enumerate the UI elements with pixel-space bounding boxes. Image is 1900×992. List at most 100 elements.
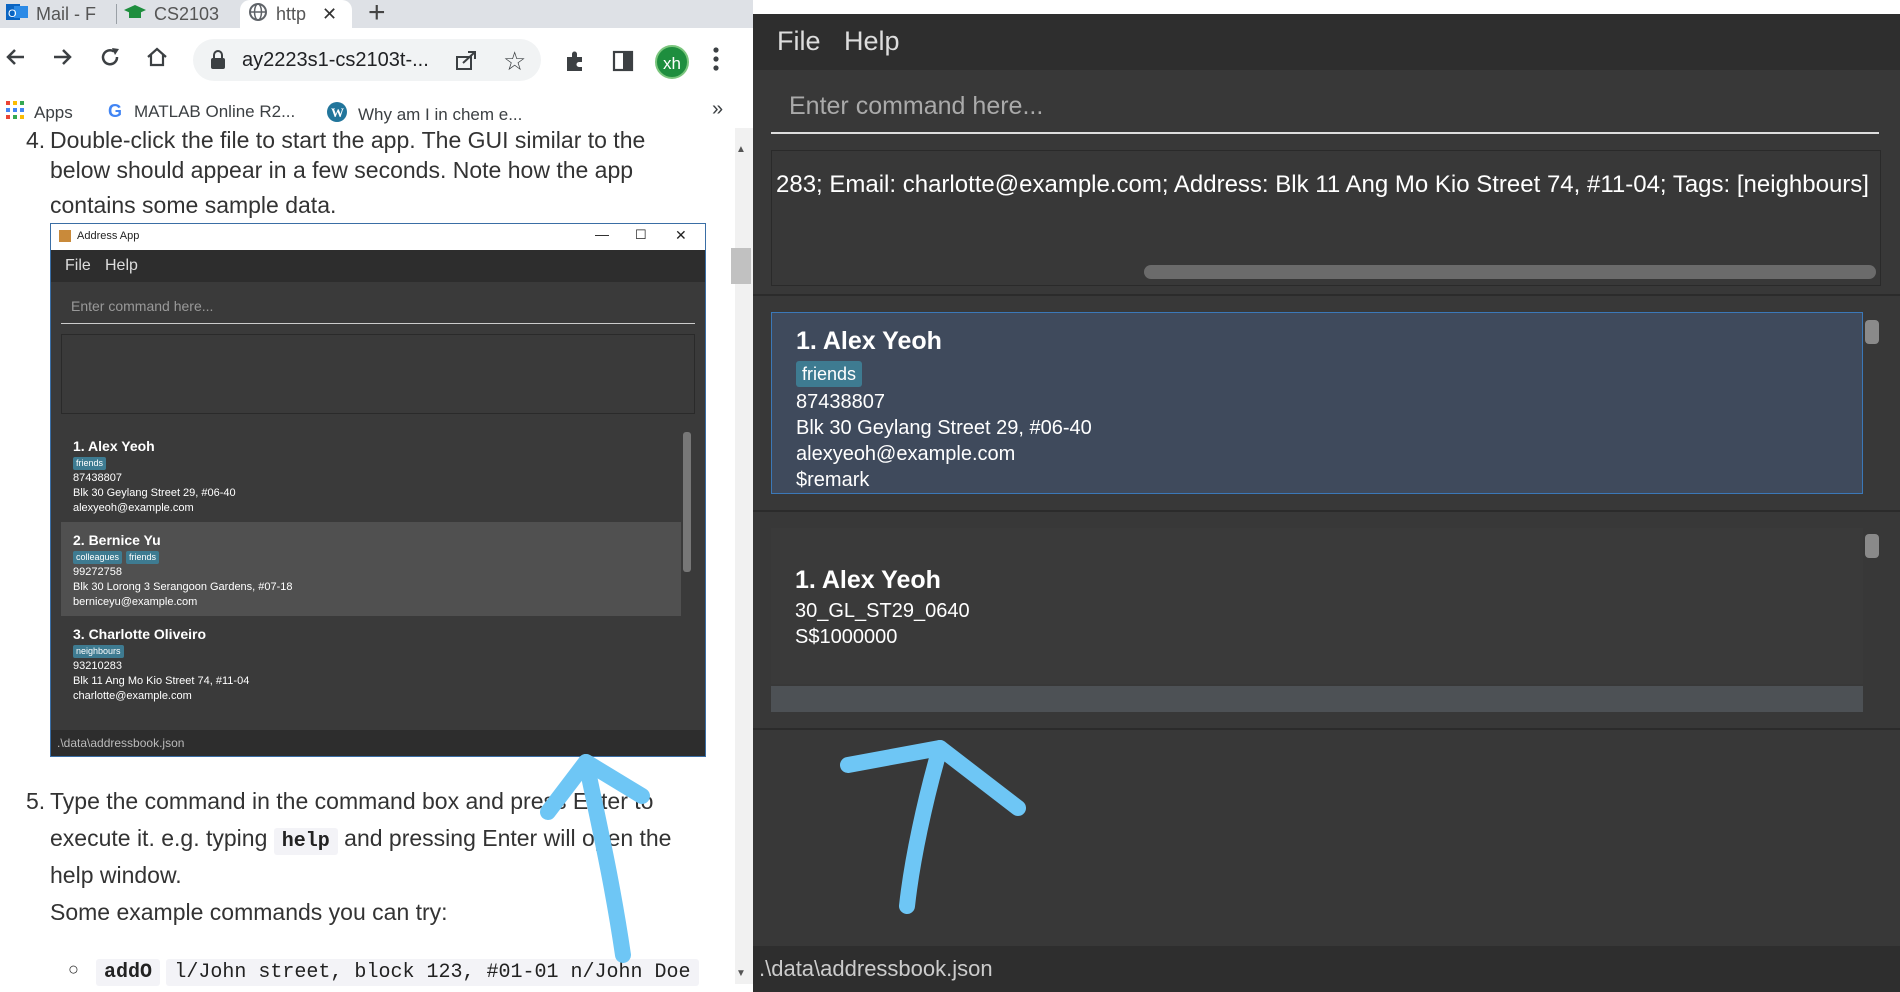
bookmark-label: Apps bbox=[34, 102, 73, 122]
person-email: berniceyu@example.com bbox=[73, 596, 198, 608]
page-scroll-thumb[interactable] bbox=[731, 248, 751, 284]
google-icon: G bbox=[108, 101, 123, 121]
svg-text:W: W bbox=[331, 105, 344, 120]
screenshot-person-card: 3. Charlotte Oliveiro neighbours 9321028… bbox=[61, 616, 681, 710]
screenshot-scroll-thumb bbox=[683, 432, 691, 572]
home-icon[interactable] bbox=[145, 45, 169, 75]
status-bar: .\data\addressbook.json bbox=[753, 946, 1900, 992]
screenshot-result-box bbox=[61, 334, 695, 414]
app-screenshot-image: Address App — ☐ ✕ File Help Enter comman… bbox=[50, 223, 706, 757]
property-price: S$1000000 bbox=[795, 626, 898, 648]
tab-separator bbox=[116, 4, 117, 24]
property-card[interactable]: 1. Alex Yeoh 30_GL_ST29_0640 S$1000000 bbox=[771, 528, 1863, 684]
svg-text:O: O bbox=[8, 8, 17, 20]
minimize-icon: — bbox=[595, 226, 609, 242]
address-app-window: File Help Enter command here... 283; Ema… bbox=[753, 0, 1900, 992]
step4-line2: below should appear in a few seconds. No… bbox=[50, 157, 634, 183]
side-panel-icon[interactable] bbox=[612, 50, 634, 77]
app-menubar: File Help bbox=[753, 14, 1900, 70]
screenshot-title: Address App bbox=[77, 230, 140, 242]
tag: friends bbox=[73, 457, 107, 470]
step5-line2-end: and pressing Enter will open the bbox=[344, 825, 672, 851]
code-help: help bbox=[273, 828, 338, 855]
screenshot-person-card: 2. Bernice Yu colleagues friends 99272758… bbox=[61, 522, 681, 616]
share-icon[interactable] bbox=[455, 49, 479, 76]
screenshot-titlebar: Address App — ☐ ✕ bbox=[51, 224, 705, 250]
person-remark: $remark bbox=[796, 469, 870, 491]
tab-strip: O Mail - F CS2103 http ✕ + bbox=[0, 0, 753, 30]
person-name: 2. Bernice Yu bbox=[73, 532, 161, 548]
outlook-icon: O bbox=[6, 2, 28, 27]
step5-line2: execute it. e.g. typing help and pressin… bbox=[50, 820, 671, 860]
person-address: Blk 30 Lorong 3 Serangoon Gardens, #07-1… bbox=[73, 581, 293, 593]
app-logo-icon bbox=[59, 230, 71, 245]
property-card-next[interactable] bbox=[771, 686, 1863, 712]
bookmark-wordpress[interactable]: W Why am I in chem e... bbox=[326, 101, 522, 128]
screenshot-menu-help: Help bbox=[105, 257, 138, 274]
property-list-scroll-thumb[interactable] bbox=[1865, 534, 1879, 558]
browser-window: O Mail - F CS2103 http ✕ + ay2223s1-cs21… bbox=[0, 0, 753, 992]
step5-number: 5. bbox=[26, 788, 46, 814]
tab-mail[interactable]: O Mail - F bbox=[0, 0, 110, 28]
screenshot-menubar: File Help bbox=[51, 250, 705, 282]
wordpress-icon: W bbox=[326, 101, 348, 128]
profile-avatar[interactable]: xh bbox=[655, 45, 689, 79]
command-input[interactable]: Enter command here... bbox=[771, 88, 1879, 134]
person-address: Blk 30 Geylang Street 29, #06-40 bbox=[73, 487, 236, 499]
person-name: 1. Alex Yeoh bbox=[796, 327, 942, 355]
screenshot-command-box: Enter command here... bbox=[61, 290, 695, 324]
app-titlebar bbox=[753, 0, 1900, 14]
maximize-icon: ☐ bbox=[635, 227, 647, 242]
bookmark-matlab[interactable]: G MATLAB Online R2... bbox=[108, 101, 295, 122]
person-list-scroll-thumb[interactable] bbox=[1865, 320, 1879, 344]
apps-grid-icon bbox=[6, 101, 24, 124]
person-address: Blk 11 Ang Mo Kio Street 74, #11-04 bbox=[73, 675, 250, 687]
result-display[interactable]: 283; Email: charlotte@example.com; Addre… bbox=[771, 150, 1881, 286]
new-tab-button[interactable]: + bbox=[368, 0, 386, 30]
person-email: charlotte@example.com bbox=[73, 690, 192, 702]
close-tab-icon[interactable]: ✕ bbox=[322, 4, 337, 25]
code-add-args: l/John street, block 123, #01-01 n/John … bbox=[166, 959, 699, 986]
person-card-selected[interactable]: 1. Alex Yeoh friends 87438807 Blk 30 Gey… bbox=[771, 312, 1863, 494]
empty-panel bbox=[753, 728, 1900, 946]
menu-help[interactable]: Help bbox=[844, 26, 900, 57]
scroll-up-icon[interactable]: ▲ bbox=[736, 144, 746, 155]
person-phone: 87438807 bbox=[796, 391, 885, 413]
more-menu-icon[interactable] bbox=[712, 46, 720, 72]
step5-line2-start: execute it. e.g. typing bbox=[50, 825, 268, 851]
property-id: 30_GL_ST29_0640 bbox=[795, 600, 970, 622]
bookmarks-bar: Apps G MATLAB Online R2... W Why am I in… bbox=[0, 94, 753, 128]
bookmarks-overflow-button[interactable]: » bbox=[712, 98, 723, 121]
scroll-down-icon[interactable]: ▼ bbox=[736, 968, 746, 979]
person-name: 1. Alex Yeoh bbox=[73, 438, 155, 454]
lock-icon[interactable] bbox=[210, 50, 226, 75]
person-list-panel: 1. Alex Yeoh friends 87438807 Blk 30 Gey… bbox=[753, 294, 1900, 510]
step4-number: 4. bbox=[26, 128, 46, 153]
extensions-icon[interactable] bbox=[563, 49, 587, 78]
tab-active[interactable]: http ✕ bbox=[240, 0, 352, 28]
property-list-panel: 1. Alex Yeoh 30_GL_ST29_0640 S$1000000 bbox=[753, 510, 1900, 728]
bookmark-apps[interactable]: Apps bbox=[6, 101, 73, 124]
person-address: Blk 30 Geylang Street 29, #06-40 bbox=[796, 417, 1092, 439]
person-phone: 99272758 bbox=[73, 566, 122, 578]
person-email: alexyeoh@example.com bbox=[73, 502, 194, 514]
person-name: 3. Charlotte Oliveiro bbox=[73, 626, 207, 642]
forward-icon[interactable] bbox=[50, 45, 74, 75]
bookmark-star-icon[interactable]: ☆ bbox=[503, 46, 526, 77]
back-icon[interactable] bbox=[4, 45, 28, 75]
close-icon: ✕ bbox=[675, 227, 687, 243]
tab-label: CS2103 bbox=[154, 3, 220, 24]
person-email: alexyeoh@example.com bbox=[796, 443, 1016, 465]
step4-line3: contains some sample data. bbox=[50, 192, 337, 218]
tag: friends bbox=[126, 551, 160, 564]
tag: colleagues bbox=[73, 551, 123, 564]
graduation-cap-icon bbox=[124, 3, 146, 26]
tab-cs2103[interactable]: CS2103 bbox=[124, 0, 236, 28]
screenshot-status-bar: .\data\addressbook.json bbox=[51, 730, 705, 756]
screenshot-menu-file: File bbox=[65, 257, 91, 274]
menu-file[interactable]: File bbox=[777, 26, 821, 57]
result-horizontal-scrollbar[interactable] bbox=[1144, 265, 1876, 279]
screenshot-person-list: 1. Alex Yeoh friends 87438807 Blk 30 Gey… bbox=[61, 428, 695, 724]
reload-icon[interactable] bbox=[98, 45, 122, 75]
tab-label: Mail - F bbox=[36, 3, 96, 24]
